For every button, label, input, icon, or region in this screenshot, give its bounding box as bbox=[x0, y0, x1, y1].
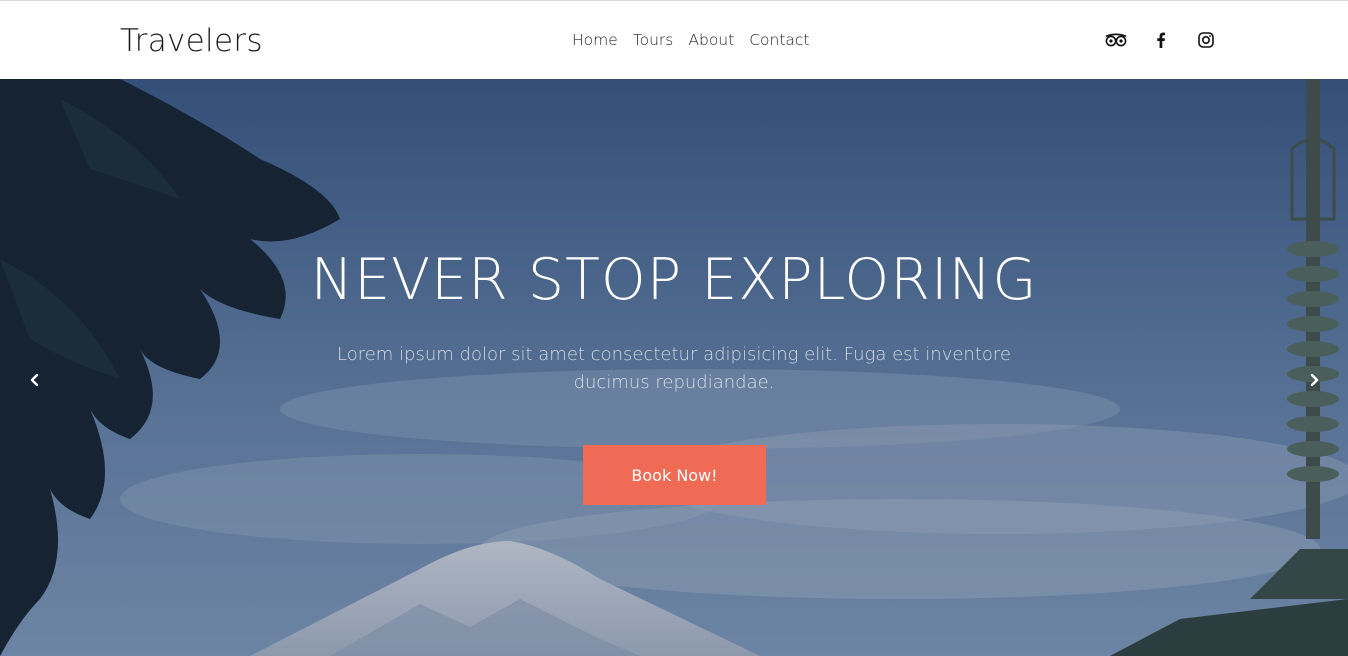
navbar: Travelers Home Tours About Contact bbox=[0, 1, 1348, 79]
carousel-next-button[interactable] bbox=[1299, 365, 1329, 395]
instagram-icon[interactable] bbox=[1193, 29, 1218, 51]
hero-description: Lorem ipsum dolor sit amet consectetur a… bbox=[337, 344, 1011, 393]
nav-about[interactable]: About bbox=[688, 31, 734, 49]
carousel-prev-button[interactable] bbox=[20, 365, 50, 395]
nav-home[interactable]: Home bbox=[572, 31, 618, 49]
brand-logo[interactable]: Travelers bbox=[120, 23, 263, 59]
tripadvisor-icon[interactable] bbox=[1103, 29, 1128, 51]
hero-carousel: NEVER STOP EXPLORING Lorem ipsum dolor s… bbox=[0, 79, 1348, 656]
nav-tours[interactable]: Tours bbox=[633, 31, 674, 49]
hero-title: NEVER STOP EXPLORING bbox=[310, 247, 1038, 313]
chevron-left-icon bbox=[30, 373, 39, 387]
nav-contact[interactable]: Contact bbox=[749, 31, 809, 49]
chevron-right-icon bbox=[1310, 373, 1319, 387]
main-nav: Home Tours About Contact bbox=[572, 31, 810, 49]
book-now-button[interactable]: Book Now! bbox=[583, 445, 766, 505]
facebook-icon[interactable] bbox=[1148, 29, 1173, 51]
social-links bbox=[1103, 29, 1218, 51]
